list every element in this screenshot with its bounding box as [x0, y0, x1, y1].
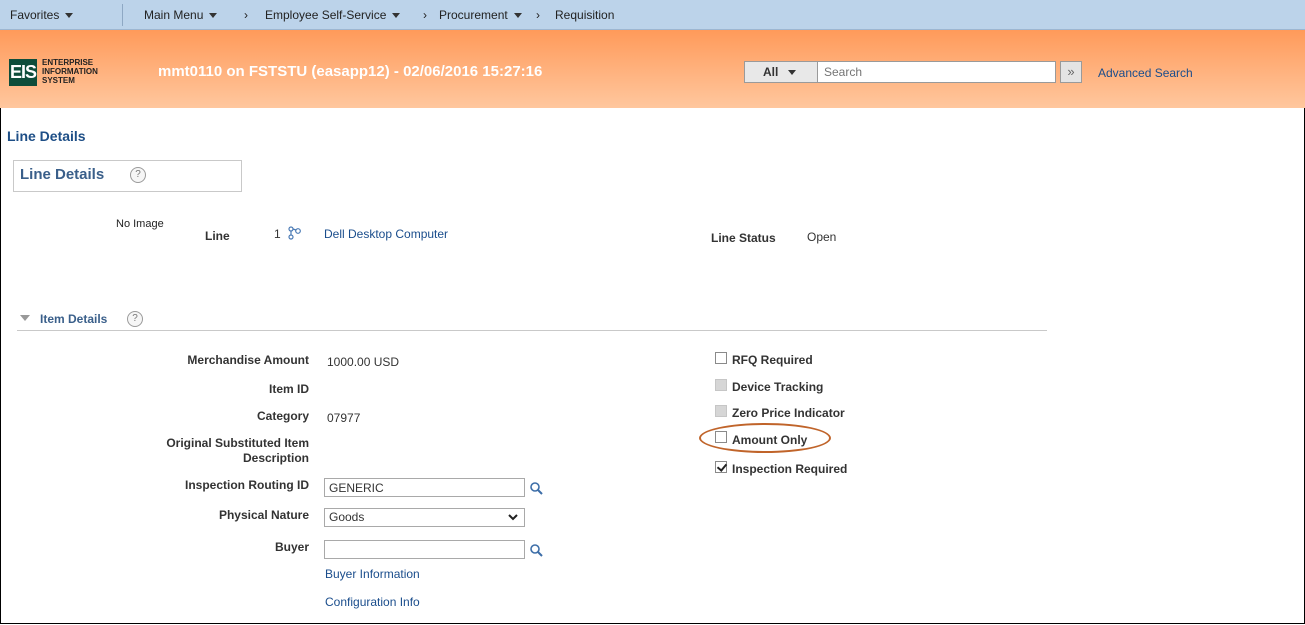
section-divider — [17, 330, 1047, 331]
label-line: Description — [242, 451, 309, 465]
top-navigation-bar: Favorites Main Menu › Employee Self-Serv… — [0, 0, 1305, 30]
collapse-triangle-icon[interactable] — [20, 315, 30, 321]
subtitle: Line Details — [20, 166, 105, 183]
inspection-routing-id-input[interactable] — [324, 478, 525, 497]
breadcrumb-separator: › — [536, 8, 540, 22]
session-title: mmt0110 on FSTSTU (easapp12) - 02/06/201… — [158, 63, 543, 80]
original-substituted-item-label: Original Substituted Item Description — [166, 436, 309, 466]
main-menu-label: Main Menu — [144, 8, 204, 22]
double-chevron-right-icon: » — [1067, 64, 1075, 79]
advanced-search-link[interactable]: Advanced Search — [1098, 66, 1193, 80]
line-number: 1 — [274, 227, 281, 241]
breadcrumb-procurement[interactable]: Procurement — [439, 8, 522, 22]
category-value: 07977 — [327, 411, 361, 425]
breadcrumb-separator: › — [244, 8, 248, 22]
physical-nature-selected: Goods — [329, 510, 365, 524]
logo-line: INFORMATION — [42, 67, 98, 76]
device-tracking-label: Device Tracking — [732, 380, 824, 394]
breadcrumb-requisition[interactable]: Requisition — [555, 8, 614, 22]
favorites-menu[interactable]: Favorites — [10, 8, 74, 22]
buyer-input[interactable] — [324, 540, 525, 559]
physical-nature-select[interactable]: Goods — [324, 508, 525, 527]
rfq-required-checkbox[interactable] — [715, 352, 727, 364]
buyer-label: Buyer — [274, 540, 309, 554]
item-id-label: Item ID — [268, 382, 309, 396]
search-scope-label: All — [763, 65, 779, 79]
breadcrumb-label: Procurement — [439, 8, 508, 22]
help-icon[interactable]: ? — [127, 311, 143, 327]
search-go-button[interactable]: » — [1060, 61, 1082, 83]
help-icon[interactable]: ? — [130, 167, 146, 183]
line-status-value: Open — [807, 230, 837, 244]
category-label: Category — [256, 409, 309, 423]
buyer-information-link[interactable]: Buyer Information — [325, 567, 420, 581]
merchandise-amount-label: Merchandise Amount — [187, 353, 309, 367]
inspection-routing-id-label: Inspection Routing ID — [185, 478, 309, 492]
search-icon[interactable] — [529, 543, 543, 557]
chevron-down-icon — [513, 13, 522, 19]
inspection-required-checkbox[interactable] — [715, 461, 727, 473]
chevron-down-icon — [508, 514, 518, 521]
related-content-icon[interactable] — [288, 226, 302, 240]
rfq-required-label: RFQ Required — [732, 353, 813, 367]
search-icon[interactable] — [529, 481, 543, 495]
line-status-label: Line Status — [711, 231, 776, 245]
nav-divider — [122, 4, 123, 26]
logo-line: SYSTEM — [42, 76, 75, 85]
merchandise-amount-value: 1000.00 USD — [327, 355, 400, 369]
logo-line: ENTERPRISE — [42, 58, 94, 67]
inspection-required-label: Inspection Required — [732, 462, 848, 476]
eis-logo: EIS — [9, 59, 37, 86]
zero-price-indicator-checkbox[interactable] — [715, 405, 727, 417]
breadcrumb-label: Employee Self-Service — [265, 8, 387, 22]
zero-price-indicator-label: Zero Price Indicator — [732, 406, 845, 420]
search-input[interactable] — [818, 61, 1056, 83]
item-details-section-title[interactable]: Item Details — [40, 312, 107, 326]
line-label: Line — [205, 229, 230, 243]
chevron-down-icon — [209, 13, 218, 19]
main-menu[interactable]: Main Menu — [144, 8, 218, 22]
label-line: Original Substituted Item — [166, 436, 309, 450]
highlight-circle-annotation — [699, 423, 831, 453]
chevron-down-icon — [65, 13, 74, 19]
chevron-down-icon — [788, 70, 797, 76]
breadcrumb-employee-self-service[interactable]: Employee Self-Service — [265, 8, 401, 22]
chevron-down-icon — [392, 13, 401, 19]
device-tracking-checkbox[interactable] — [715, 379, 727, 391]
logo-text: ENTERPRISE INFORMATION SYSTEM — [42, 58, 98, 85]
line-description-link[interactable]: Dell Desktop Computer — [324, 227, 448, 241]
breadcrumb-separator: › — [423, 8, 427, 22]
page-title: Line Details — [7, 128, 86, 144]
no-image-placeholder: No Image — [116, 218, 164, 230]
search-scope-select[interactable]: All — [744, 61, 818, 83]
physical-nature-label: Physical Nature — [218, 508, 309, 522]
favorites-label: Favorites — [10, 8, 60, 22]
configuration-info-link[interactable]: Configuration Info — [325, 595, 420, 609]
